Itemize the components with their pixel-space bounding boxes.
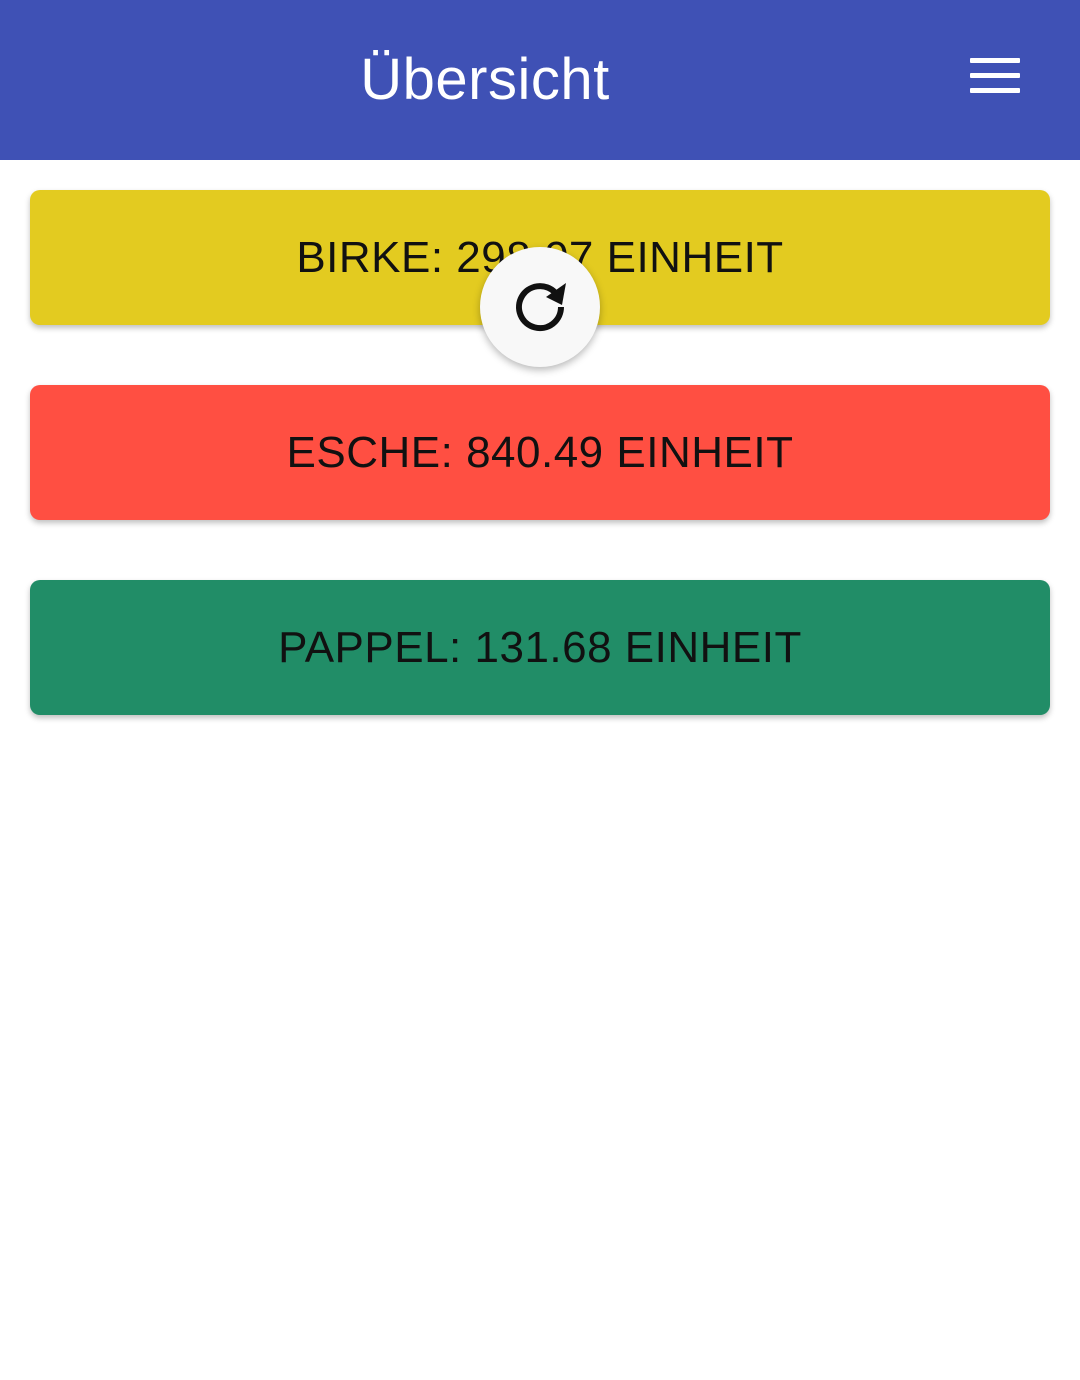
card-esche[interactable]: ESCHE: 840.49 EINHEIT xyxy=(30,385,1050,520)
refresh-icon xyxy=(516,283,566,332)
hamburger-menu-icon-bar xyxy=(970,88,1020,93)
card-label-esche: ESCHE: 840.49 EINHEIT xyxy=(286,427,794,477)
pull-to-refresh-indicator xyxy=(480,247,600,367)
page-title: Übersicht xyxy=(360,47,610,112)
hamburger-menu-icon xyxy=(970,58,1020,63)
card-pappel[interactable]: PAPPEL: 131.68 EINHEIT xyxy=(30,580,1050,715)
card-label-pappel: PAPPEL: 131.68 EINHEIT xyxy=(278,622,802,672)
app-bar: Übersicht xyxy=(0,0,1080,160)
menu-button[interactable] xyxy=(950,40,1040,112)
hamburger-menu-icon-bar xyxy=(970,73,1020,78)
